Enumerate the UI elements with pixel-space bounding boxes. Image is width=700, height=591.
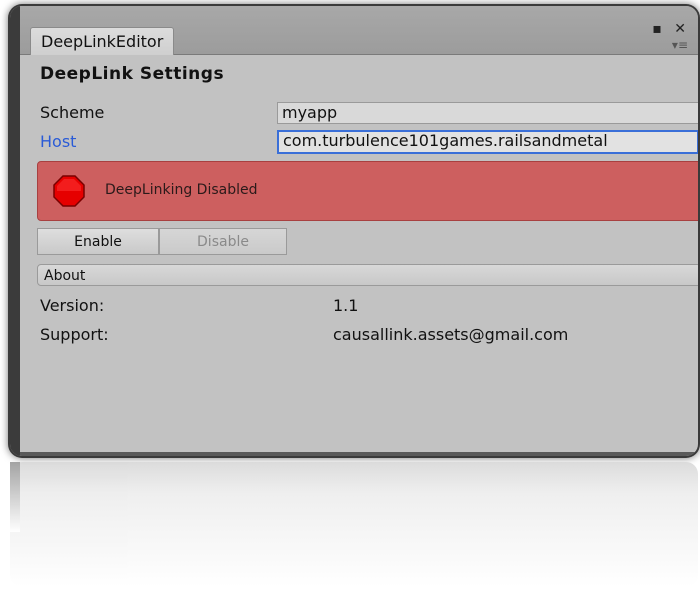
window-reflection bbox=[10, 462, 698, 587]
stop-icon bbox=[53, 175, 85, 207]
support-label: Support: bbox=[40, 325, 109, 344]
disable-button[interactable]: Disable bbox=[159, 228, 287, 255]
status-alert: DeepLinking Disabled bbox=[37, 161, 698, 221]
settings-title: DeepLink Settings bbox=[40, 64, 225, 84]
window-bottom-edge bbox=[20, 452, 698, 456]
scheme-label: Scheme bbox=[40, 103, 105, 122]
status-text: DeepLinking Disabled bbox=[105, 182, 258, 198]
about-foldout[interactable]: About bbox=[37, 264, 698, 286]
menu-icon[interactable]: ▾≡ bbox=[672, 38, 688, 52]
tab-deeplink-editor[interactable]: DeepLinkEditor bbox=[30, 27, 175, 55]
window-frame: DeepLinkEditor ▪ ✕ ▾≡ DeepLink Settings … bbox=[10, 6, 698, 456]
deeplink-editor-window: DeepLinkEditor ▪ ✕ ▾≡ DeepLink Settings … bbox=[10, 6, 698, 456]
window-controls[interactable]: ▪ ✕ bbox=[652, 21, 690, 37]
tab-strip: DeepLinkEditor ▪ ✕ ▾≡ bbox=[20, 6, 698, 55]
editor-content: DeepLink Settings Scheme myapp Host com.… bbox=[30, 54, 698, 456]
enable-button[interactable]: Enable bbox=[37, 228, 159, 255]
scheme-input[interactable]: myapp bbox=[277, 102, 698, 124]
host-input[interactable]: com.turbulence101games.railsandmetal bbox=[277, 130, 698, 154]
version-label: Version: bbox=[40, 296, 105, 315]
host-label: Host bbox=[40, 132, 77, 151]
support-value: causallink.assets@gmail.com bbox=[333, 325, 569, 344]
version-value: 1.1 bbox=[333, 296, 359, 315]
